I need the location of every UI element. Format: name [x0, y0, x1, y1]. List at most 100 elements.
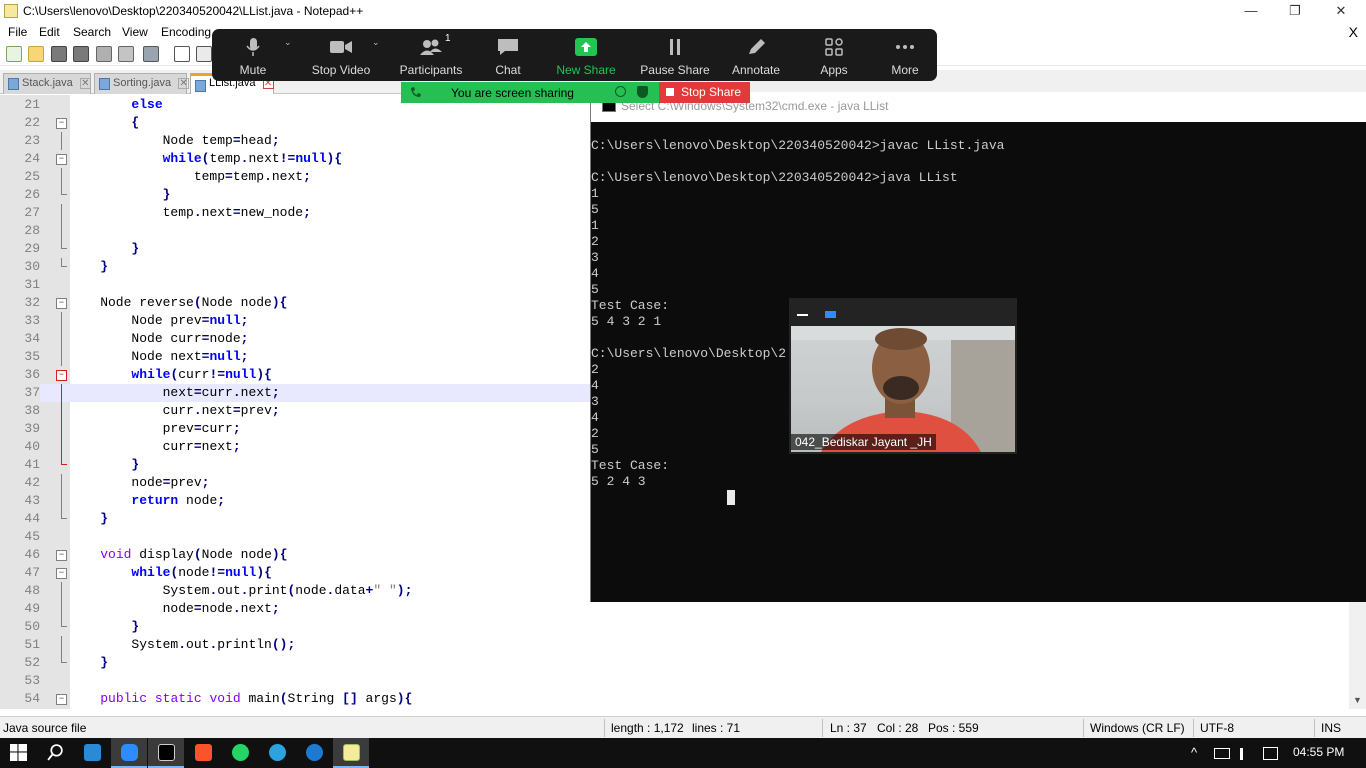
edge-icon [306, 744, 323, 761]
chevron-down-icon[interactable]: ⌄ [372, 37, 380, 48]
fold-guide [61, 492, 62, 510]
participant-name-label: 042_Bediskar Jayant _JH [791, 434, 936, 450]
code-line[interactable]: 54 − public static void main(String [] ar… [0, 690, 1366, 708]
code-text: void display(Node node){ [100, 547, 288, 562]
fold-guide [61, 402, 62, 420]
fold-end-marker [61, 194, 67, 195]
code-text: Node reverse(Node node){ [69, 295, 288, 310]
tab-close-icon[interactable]: ✕ [178, 78, 190, 89]
apps-button[interactable]: Apps [804, 29, 864, 81]
maximize-button[interactable]: ❐ [1272, 0, 1318, 23]
tab-label: Sorting.java [113, 77, 172, 89]
code-line[interactable]: 53 [0, 672, 1366, 690]
microphone-icon [246, 38, 260, 56]
cmd-output-line: 5 4 3 2 1 [591, 314, 662, 329]
print-icon[interactable] [143, 46, 159, 62]
new-file-icon[interactable] [6, 46, 22, 62]
menu-file[interactable]: File [8, 25, 27, 39]
stop-video-button[interactable]: ⌄ Stop Video [306, 29, 380, 81]
fold-toggle-icon[interactable]: − [56, 550, 67, 561]
fold-toggle-icon[interactable]: − [56, 568, 67, 579]
menu-encoding[interactable]: Encoding [161, 25, 211, 39]
chevron-down-icon[interactable]: ⌄ [284, 37, 292, 48]
fold-toggle-icon[interactable]: − [56, 370, 67, 381]
taskbar-whatsapp[interactable] [222, 738, 258, 768]
mute-button[interactable]: ⌄ Mute [220, 29, 292, 81]
info-icon[interactable] [615, 86, 626, 97]
line-number: 33 [0, 312, 40, 330]
notifications-icon[interactable] [1263, 747, 1278, 760]
java-file-icon [195, 80, 206, 92]
chat-bubble-icon [498, 39, 518, 55]
new-share-button[interactable]: New Share [550, 29, 622, 81]
open-folder-icon[interactable] [28, 46, 44, 62]
fold-toggle-icon[interactable]: − [56, 118, 67, 129]
tray-chevron-icon[interactable]: ^ [1191, 745, 1197, 760]
taskbar-cmd[interactable] [148, 738, 184, 768]
line-number: 26 [0, 186, 40, 204]
copy-icon[interactable] [196, 46, 212, 62]
volume-icon[interactable] [1240, 748, 1252, 760]
minimize-video-icon[interactable] [797, 314, 808, 316]
taskbar-telegram[interactable] [259, 738, 295, 768]
video-layout-icon[interactable] [825, 311, 836, 318]
line-number: 40 [0, 438, 40, 456]
video-camera-icon [330, 41, 352, 53]
taskbar-edge[interactable] [296, 738, 332, 768]
network-icon[interactable] [1214, 748, 1230, 759]
cmd-output-line: 5 [591, 202, 599, 217]
code-line[interactable]: 51 System.out.println(); [0, 636, 1366, 654]
line-number: 21 [0, 96, 40, 114]
status-column: Col : 28 [877, 721, 919, 735]
status-divider [1193, 719, 1194, 737]
save-icon[interactable] [51, 46, 67, 62]
line-number: 30 [0, 258, 40, 276]
cmd-output-line: Test Case: [591, 458, 670, 473]
menu-search[interactable]: Search [73, 25, 111, 39]
taskbar-vscode[interactable] [74, 738, 110, 768]
code-text: } [162, 187, 171, 202]
code-text: node=prev; [69, 475, 210, 490]
code-line[interactable]: 52 } [0, 654, 1366, 672]
phone-icon [411, 87, 421, 97]
taskbar-zoom[interactable] [111, 738, 147, 768]
tab-close-icon[interactable]: ✕ [79, 78, 91, 89]
chat-button[interactable]: Chat [478, 29, 538, 81]
tab-stack-java[interactable]: Stack.java ✕ [3, 73, 91, 94]
fold-toggle-icon[interactable]: − [56, 694, 67, 705]
close-button[interactable]: ✕ [1318, 0, 1364, 23]
code-line[interactable]: 49 node=node.next; [0, 600, 1366, 618]
code-line[interactable]: 50 } [0, 618, 1366, 636]
fold-toggle-icon[interactable]: − [56, 154, 67, 165]
pause-share-button[interactable]: Pause Share [636, 29, 714, 81]
fold-end-marker [61, 248, 67, 249]
tab-sorting-java[interactable]: Sorting.java ✕ [94, 73, 190, 94]
taskbar-notepadpp[interactable] [333, 738, 369, 768]
scroll-down-arrow-icon[interactable]: ▼ [1353, 695, 1362, 705]
menu-edit[interactable]: Edit [39, 25, 60, 39]
save-all-icon[interactable] [73, 46, 89, 62]
start-button[interactable] [0, 738, 36, 768]
shield-icon[interactable] [637, 86, 648, 98]
code-text: System.out.println(); [69, 637, 296, 652]
close-file-icon[interactable] [96, 46, 112, 62]
annotate-button[interactable]: Annotate [724, 29, 788, 81]
taskbar-search[interactable] [37, 738, 73, 768]
stop-share-button[interactable]: Stop Share [659, 82, 750, 103]
cmd-output-line: 4 [591, 410, 599, 425]
taskbar-clock[interactable]: 04:55 PM [1293, 745, 1344, 759]
participants-button[interactable]: 1 Participants [396, 29, 466, 81]
cut-icon[interactable] [174, 46, 190, 62]
menu-view[interactable]: View [122, 25, 148, 39]
close-all-icon[interactable] [118, 46, 134, 62]
code-text: else [131, 97, 163, 112]
close-document-button[interactable]: X [1349, 24, 1358, 40]
fold-guide [61, 636, 62, 654]
code-text: } [100, 511, 109, 526]
fold-toggle-icon[interactable]: − [56, 298, 67, 309]
more-button[interactable]: More [876, 29, 934, 81]
code-text: prev=curr; [69, 421, 241, 436]
taskbar-brave[interactable] [185, 738, 221, 768]
participant-video-tile[interactable]: 042_Bediskar Jayant _JH [789, 298, 1017, 454]
minimize-button[interactable]: — [1228, 0, 1274, 23]
